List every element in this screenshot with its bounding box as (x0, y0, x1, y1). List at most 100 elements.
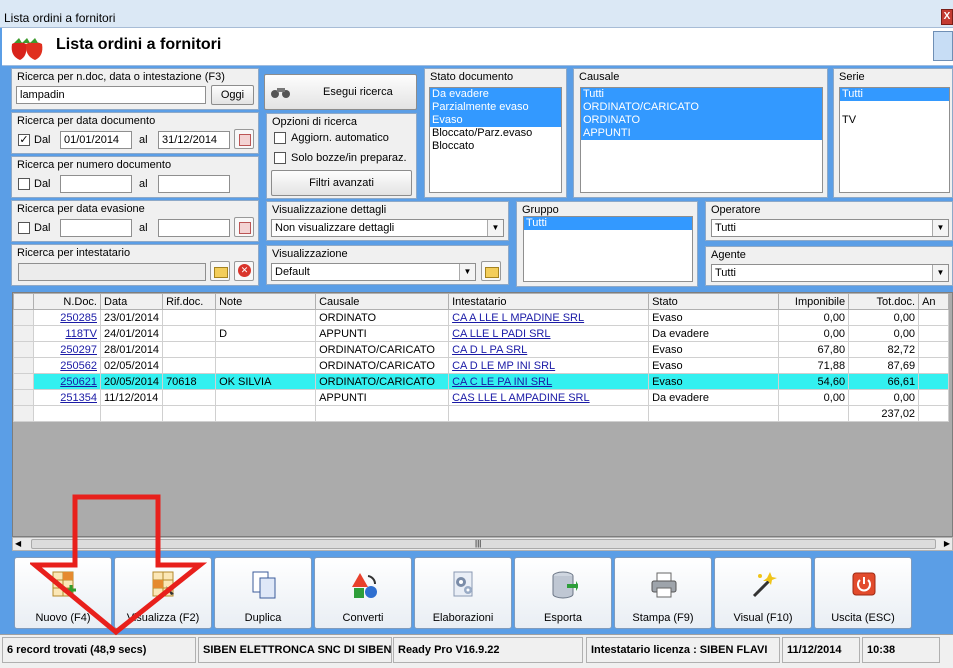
converti-button[interactable]: Converti (314, 557, 412, 629)
table-row[interactable]: 250562 02/05/2014 ORDINATO/CARICATO CA D LE… (13, 357, 950, 374)
scroll-right-icon[interactable]: ▶ (944, 538, 950, 550)
table-row[interactable]: 250297 28/01/2014 ORDINATO/CARICATO CA D L … (13, 341, 950, 358)
cell-intestatario[interactable]: CA LLE L PADI SRL (448, 325, 650, 342)
cell-ndoc-link[interactable]: 250562 (60, 360, 97, 372)
chevron-down-icon[interactable]: ▼ (487, 220, 503, 236)
stato-list-item[interactable]: Evaso (430, 114, 561, 127)
col-header-imponibile[interactable]: Imponibile (778, 293, 850, 310)
delete-icon[interactable] (234, 261, 254, 281)
cell-ndoc[interactable]: 118TV (33, 325, 101, 342)
col-header-totdoc[interactable]: Tot.doc. (848, 293, 920, 310)
cell-ndoc-link[interactable]: 250621 (60, 376, 97, 388)
col-header-intestatario[interactable]: Intestatario (448, 293, 650, 310)
cell-intestatario-link[interactable]: CAS LLE L AMPADINE SRL (452, 392, 590, 404)
serie-list-item[interactable] (840, 101, 949, 114)
orders-table[interactable]: N.Doc. Data Rif.doc. Note Causale Intest… (12, 292, 953, 537)
calendar-icon[interactable] (234, 129, 254, 149)
duplica-button[interactable]: Duplica (214, 557, 312, 629)
auto-update-checkbox[interactable] (274, 132, 286, 144)
serie-list-item[interactable]: TV (840, 114, 949, 127)
cell-intestatario[interactable]: CA D LE MP INI SRL (448, 357, 650, 374)
causale-list-item[interactable]: ORDINATO (581, 114, 822, 127)
causale-listbox[interactable]: Tutti ORDINATO/CARICATO ORDINATO APPUNTI (580, 87, 823, 193)
cell-intestatario[interactable]: CA C LE PA INI SRL (448, 373, 650, 390)
num-doc-checkbox[interactable] (18, 178, 30, 190)
calendar-icon[interactable] (234, 217, 254, 237)
gruppo-listbox[interactable]: Tutti (523, 216, 693, 282)
window-close-button[interactable]: X (941, 9, 953, 25)
uscita-button[interactable]: Uscita (ESC) (814, 557, 912, 629)
col-header-data[interactable]: Data (99, 293, 164, 310)
agente-select[interactable]: Tutti ▼ (711, 264, 949, 282)
cell-ndoc[interactable]: 250621 (33, 373, 101, 390)
cell-ndoc-link[interactable]: 250297 (60, 344, 97, 356)
cell-intestatario[interactable]: CAS LLE L AMPADINE SRL (448, 389, 650, 406)
cell-ndoc[interactable]: 250562 (33, 357, 101, 374)
stato-list-item[interactable]: Da evadere (430, 88, 561, 101)
view-select[interactable]: Default ▼ (271, 263, 476, 281)
scrollbar-thumb[interactable] (31, 539, 936, 549)
run-search-button[interactable]: Esegui ricerca (264, 74, 417, 110)
gruppo-list-item[interactable]: Tutti (524, 217, 692, 230)
col-header-stato[interactable]: Stato (648, 293, 780, 310)
col-header-causale[interactable]: Causale (315, 293, 450, 310)
cell-ndoc[interactable]: 250297 (33, 341, 101, 358)
owner-input[interactable] (18, 263, 206, 281)
cell-intestatario-link[interactable]: CA D LE MP INI SRL (452, 360, 555, 372)
cell-ndoc[interactable]: 250285 (33, 309, 101, 326)
stato-list-item[interactable]: Parzialmente evaso (430, 101, 561, 114)
nuovo-button[interactable]: Nuovo (F4) (14, 557, 112, 629)
drafts-only-checkbox[interactable] (274, 152, 286, 164)
cell-ndoc-link[interactable]: 251354 (60, 392, 97, 404)
advanced-filters-button[interactable]: Filtri avanzati (271, 170, 412, 196)
cell-intestatario-link[interactable]: CA A LLE L MPADINE SRL (452, 312, 584, 324)
esporta-button[interactable]: Esporta (514, 557, 612, 629)
details-select[interactable]: Non visualizzare dettagli ▼ (271, 219, 504, 237)
operatore-select[interactable]: Tutti ▼ (711, 219, 949, 237)
date-ev-checkbox[interactable] (18, 222, 30, 234)
visualizza-button[interactable]: Visualizza (F2) (114, 557, 212, 629)
cell-ndoc-link[interactable]: 118TV (65, 328, 97, 340)
col-header-ndoc[interactable]: N.Doc. (33, 293, 101, 310)
visual-button[interactable]: Visual (F10) (714, 557, 812, 629)
col-header-note[interactable]: Note (215, 293, 317, 310)
causale-list-item[interactable]: ORDINATO/CARICATO (581, 101, 822, 114)
chevron-down-icon[interactable]: ▼ (932, 220, 948, 236)
serie-list-item[interactable]: Tutti (840, 88, 949, 101)
folder-icon[interactable] (210, 261, 230, 281)
col-header-rif[interactable]: Rif.doc. (162, 293, 217, 310)
table-row[interactable]: 250621 20/05/2014 70618 OK SILVIA ORDINATO/C… (13, 373, 950, 390)
causale-list-item[interactable]: APPUNTI (581, 127, 822, 140)
cell-intestatario-link[interactable]: CA LLE L PADI SRL (452, 328, 550, 340)
stato-listbox[interactable]: Da evadere Parzialmente evaso Evaso Bloccat… (429, 87, 562, 193)
horizontal-scrollbar[interactable]: ◀ ||| ▶ (12, 537, 953, 551)
scroll-left-icon[interactable]: ◀ (15, 538, 21, 550)
date-doc-to-input[interactable]: 31/12/2014 (158, 131, 230, 149)
serie-listbox[interactable]: Tutti TV (839, 87, 950, 193)
num-doc-from-input[interactable] (60, 175, 132, 193)
table-row[interactable]: 118TV 24/01/2014 D APPUNTI CA LLE L PADI SRL… (13, 325, 950, 342)
settings-panel-icon[interactable] (933, 31, 953, 61)
cell-intestatario-link[interactable]: CA C LE PA INI SRL (452, 376, 552, 388)
table-row[interactable]: 250285 23/01/2014 ORDINATO CA A LLE L MPADI… (13, 309, 950, 326)
stampa-button[interactable]: Stampa (F9) (614, 557, 712, 629)
stato-list-item[interactable]: Bloccato/Parz.evaso (430, 127, 561, 140)
folder-icon[interactable] (481, 261, 501, 281)
chevron-down-icon[interactable]: ▼ (459, 264, 475, 280)
table-row[interactable]: 251354 11/12/2014 APPUNTI CAS LLE L AMPADIN… (13, 389, 950, 406)
search-input[interactable]: lampadin (16, 86, 206, 104)
date-doc-checkbox[interactable]: ✓ (18, 134, 30, 146)
cell-ndoc-link[interactable]: 250285 (60, 312, 97, 324)
date-ev-to-input[interactable] (158, 219, 230, 237)
cell-intestatario[interactable]: CA D L PA SRL (448, 341, 650, 358)
chevron-down-icon[interactable]: ▼ (932, 265, 948, 281)
today-button[interactable]: Oggi (211, 85, 254, 105)
stato-list-item[interactable]: Bloccato (430, 140, 561, 153)
date-doc-from-input[interactable]: 01/01/2014 (60, 131, 132, 149)
cell-ndoc[interactable]: 251354 (33, 389, 101, 406)
date-ev-from-input[interactable] (60, 219, 132, 237)
num-doc-to-input[interactable] (158, 175, 230, 193)
cell-intestatario[interactable]: CA A LLE L MPADINE SRL (448, 309, 650, 326)
col-header-an[interactable]: An (918, 293, 950, 310)
causale-list-item[interactable]: Tutti (581, 88, 822, 101)
